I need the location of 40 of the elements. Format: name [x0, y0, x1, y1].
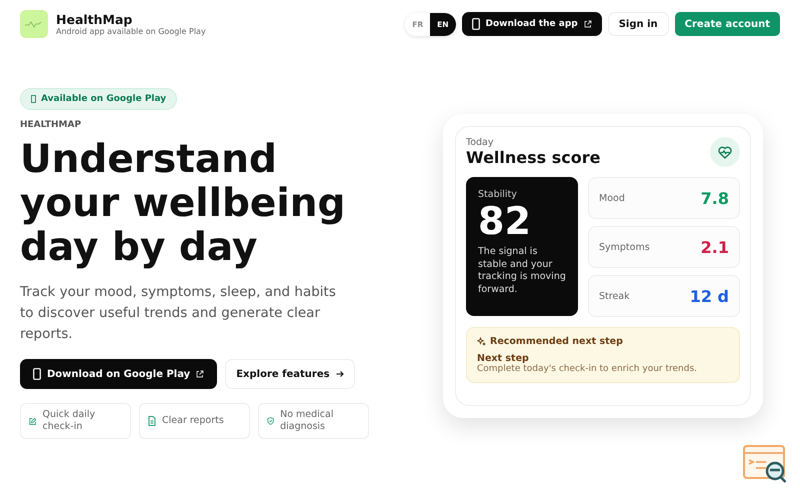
- download-button[interactable]: Download the app: [462, 12, 602, 36]
- stability-label: Stability: [478, 189, 518, 200]
- create-account-button[interactable]: Create account: [674, 12, 780, 36]
- metric-value: 12 d: [690, 286, 729, 306]
- brand-name: HealthMap: [56, 12, 132, 27]
- feature-label: Quick daily check-in: [42, 409, 96, 433]
- phone-icon: [472, 18, 480, 30]
- card-title: Wellness score: [466, 148, 600, 167]
- recommendation-heading: Recommended next step: [490, 336, 623, 347]
- recommendation-text: Complete today's check-in to enrich your trends.: [477, 364, 698, 374]
- logo-icon: [20, 10, 48, 38]
- metric-value: 2.1: [700, 238, 729, 256]
- edit-icon: [29, 416, 36, 426]
- recommendation-title: Next step: [477, 353, 530, 364]
- hero-description: Track your mood, symptoms, sleep, and habits to discover useful trends and generate clear reports.: [20, 283, 337, 344]
- hero-heading: Understand your wellbeing day by day: [20, 138, 346, 270]
- stability-text: The signal is stable and your tracking is moving forward.: [478, 246, 566, 296]
- card-eyebrow: Today: [466, 137, 494, 148]
- eyebrow-label: HEALTHMAP: [20, 120, 82, 130]
- explore-features-button[interactable]: Explore features: [225, 359, 355, 389]
- badge-text: Available on Google Play: [41, 94, 166, 104]
- sign-in-button[interactable]: Sign in: [608, 12, 669, 36]
- arrow-right-icon: [336, 370, 344, 378]
- phone-icon: [33, 368, 41, 380]
- shield-icon: [267, 416, 274, 426]
- stability-value: 82: [478, 200, 532, 242]
- heart-pulse-icon: [710, 137, 740, 167]
- feature-label: No medical diagnosis: [280, 409, 334, 433]
- metric-label: Streak: [599, 290, 630, 302]
- external-link-icon: [196, 370, 204, 378]
- sparkles-icon: [477, 337, 486, 346]
- metric-label: Symptoms: [599, 242, 650, 252]
- google-play-button[interactable]: Download on Google Play: [20, 359, 218, 389]
- feature-label: Clear reports: [162, 415, 224, 427]
- external-link-icon: [584, 20, 592, 28]
- document-icon: [148, 416, 156, 426]
- metric-value: 7.8: [700, 188, 729, 208]
- missing-glyph-icon: [31, 95, 36, 103]
- metric-label: Mood: [599, 192, 625, 204]
- brand-tagline: Android app available on Google Play: [56, 27, 206, 36]
